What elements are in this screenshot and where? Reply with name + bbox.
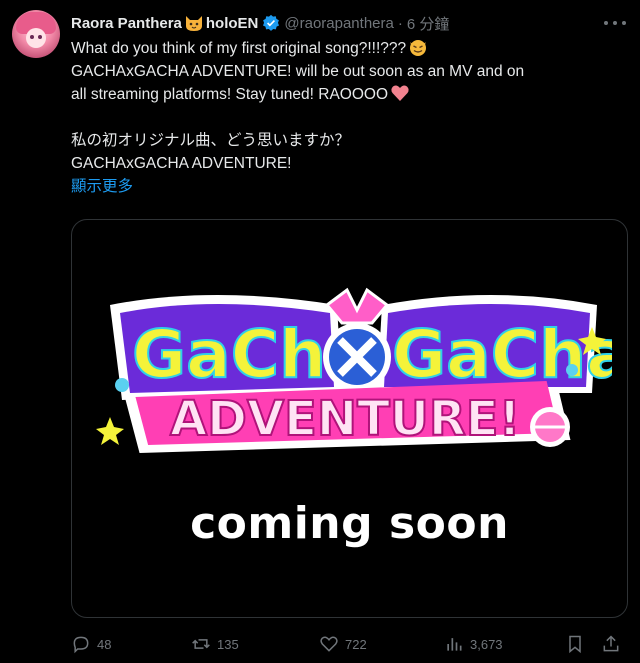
author-handle[interactable]: @raorapanthera — [284, 15, 393, 32]
reply-icon — [73, 636, 89, 654]
logo-word-bottom: ADVENTURE! — [170, 391, 520, 447]
tweet-line: What do you think of my first original s… — [71, 37, 627, 60]
coming-soon-caption: coming soon — [190, 498, 509, 549]
like-icon — [320, 636, 338, 652]
verified-badge-icon — [263, 14, 280, 31]
tweet[interactable]: Raora Panthera holoEN @raorapanthera · 6… — [0, 0, 640, 663]
bookmark-icon — [569, 635, 581, 654]
timestamp[interactable]: 6 分鐘 — [407, 13, 450, 34]
like-count: 722 — [345, 636, 367, 652]
tweet-text: What do you think of my first original s… — [71, 37, 627, 198]
tweet-header: Raora Panthera holoEN @raorapanthera · 6… — [71, 12, 628, 34]
repost-icon — [192, 639, 210, 649]
action-bar: 48 135 722 3,673 — [71, 628, 627, 660]
repost-count: 135 — [217, 636, 239, 652]
avatar-eye — [30, 35, 34, 39]
logo-word-top-right: GaCha — [392, 316, 612, 393]
views-button[interactable]: 3,673 — [444, 628, 503, 660]
tweet-line: GACHAxGACHA ADVENTURE! will be out soon … — [71, 63, 525, 80]
tweet-line: 私の初オリジナル曲、どう思いますか？ — [71, 132, 351, 149]
more-icon[interactable] — [604, 14, 626, 32]
avatar[interactable] — [12, 10, 60, 58]
bookmark-button[interactable] — [565, 628, 591, 660]
separator: · — [397, 14, 403, 32]
author-name-suffix[interactable]: holoEN — [206, 15, 259, 32]
gacha-logo: GaCha GaCha ADVENTURE! — [96, 287, 612, 453]
cat-emoji-icon — [185, 16, 202, 31]
heart-emoji-icon — [391, 85, 409, 101]
show-more-link[interactable]: 顯示更多 — [71, 175, 133, 198]
like-button[interactable]: 722 — [319, 628, 367, 660]
share-icon — [603, 635, 619, 652]
avatar-face — [26, 28, 46, 48]
views-icon — [447, 638, 462, 651]
avatar-eye — [38, 35, 42, 39]
repost-button[interactable]: 135 — [191, 628, 239, 660]
share-button[interactable] — [601, 628, 627, 660]
reply-count: 48 — [97, 636, 112, 652]
tweet-line: all streaming platforms! Stay tuned! RAO… — [71, 83, 627, 106]
views-count: 3,673 — [470, 636, 503, 652]
reply-button[interactable]: 48 — [71, 628, 111, 660]
tweet-line: GACHAxGACHA ADVENTURE! — [71, 155, 292, 172]
devil-emoji-icon — [410, 40, 427, 56]
media-card[interactable]: GaCha GaCha ADVENTURE! coming soon — [71, 219, 628, 618]
author-name[interactable]: Raora Panthera — [71, 15, 182, 32]
